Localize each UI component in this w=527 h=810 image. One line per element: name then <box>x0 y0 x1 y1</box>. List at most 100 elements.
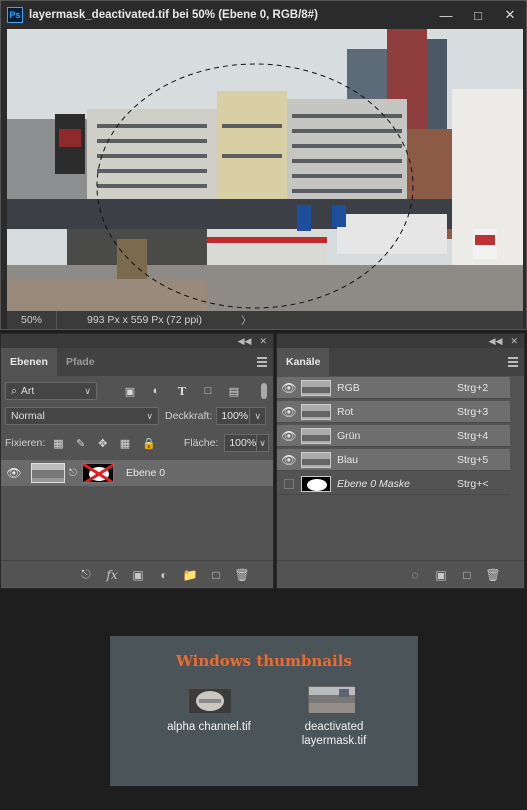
maximize-button[interactable]: □ <box>462 4 494 26</box>
deactivated-layermask-thumbnail-icon[interactable] <box>308 686 355 713</box>
layer-row[interactable]: 👁 ⎋ Ebene 0 <box>1 460 273 486</box>
new-channel-icon[interactable]: □ <box>460 568 474 582</box>
thumbnails-title: Windows thumbnails <box>176 652 352 670</box>
channel-row-rgb[interactable]: 👁 RGB Strg+2 <box>277 377 510 399</box>
close-button[interactable]: ✕ <box>494 4 526 26</box>
channel-shortcut: Strg+5 <box>457 453 489 466</box>
new-layer-icon[interactable]: □ <box>209 568 223 582</box>
minimize-button[interactable]: — <box>430 4 462 26</box>
channel-thumbnail <box>301 451 331 468</box>
chevron-down-icon: ∨ <box>146 410 153 421</box>
collapse-icon[interactable]: ◀◀ <box>238 336 252 347</box>
opacity-label: Deckkraft: <box>165 410 213 422</box>
layer-thumbnail[interactable] <box>31 463 65 483</box>
status-menu-arrow-icon[interactable]: 〉 <box>241 313 252 328</box>
tab-ebenen[interactable]: Ebenen <box>1 348 57 376</box>
channel-name: Ebene 0 Maske <box>337 477 410 490</box>
fill-input[interactable]: 100% <box>224 434 258 452</box>
lock-icon[interactable]: 🔒 <box>142 436 156 450</box>
fill-label: Fläche: <box>183 437 219 449</box>
channel-shortcut: Strg+3 <box>457 405 489 418</box>
channel-row-blau[interactable]: 👁 Blau Strg+5 <box>277 449 510 471</box>
channel-shortcut: Strg+4 <box>457 429 489 442</box>
channel-row-rot[interactable]: 👁 Rot Strg+3 <box>277 401 510 423</box>
channels-panel: ◀◀ ✕ Kanäle 👁 RGB Strg+2 👁 Rot Strg+3 👁 … <box>276 333 525 589</box>
text-filter-icon[interactable]: T <box>175 384 189 398</box>
layers-panel: ◀◀ ✕ Ebenen Pfade ⌕ Art ∨ ▣ ◐ T □ ▤ Norm… <box>0 333 274 589</box>
alpha-channel-label: alpha channel.tif <box>167 721 251 733</box>
eye-icon[interactable]: 👁 <box>277 405 301 419</box>
chevron-down-icon: ∨ <box>84 385 91 396</box>
load-selection-icon[interactable]: ◌ <box>408 568 422 582</box>
image-canvas[interactable] <box>7 29 523 311</box>
filter-toggle[interactable] <box>261 383 267 399</box>
panel-menu-icon[interactable] <box>257 357 267 369</box>
opacity-chevron-icon[interactable]: ∨ <box>250 407 267 425</box>
panel-strip: ◀◀ ✕ <box>277 334 524 348</box>
street-photo-image <box>7 29 523 311</box>
lock-label: Fixieren: <box>5 437 46 449</box>
channel-thumbnail <box>301 379 331 396</box>
mask-thumbnail <box>301 475 331 492</box>
channel-shortcut: Strg+2 <box>457 381 489 394</box>
alpha-channel-thumbnail-icon[interactable] <box>188 688 231 713</box>
link-icon[interactable]: ⎋ <box>68 468 78 479</box>
tab-pfade[interactable]: Pfade <box>57 348 104 376</box>
opacity-input[interactable]: 100% <box>216 407 251 425</box>
channel-thumbnail <box>301 427 331 444</box>
document-size: 993 Px x 559 Px (72 ppi) <box>87 314 202 326</box>
layer-name: Ebene 0 <box>126 467 166 479</box>
tab-kanaele[interactable]: Kanäle <box>277 348 330 376</box>
filter-row: ⌕ Art ∨ ▣ ◐ T □ ▤ <box>1 381 273 401</box>
channel-thumbnail <box>301 403 331 420</box>
trash-icon[interactable]: 🗑 <box>234 568 249 582</box>
eye-icon[interactable]: 👁 <box>1 466 27 480</box>
panel-menu-icon[interactable] <box>508 357 518 369</box>
panel-close-icon[interactable]: ✕ <box>510 336 518 347</box>
photoshop-logo-icon: Ps <box>7 7 23 23</box>
channel-name: Rot <box>337 405 354 418</box>
deactivated-label-line2: layermask.tif <box>301 735 367 747</box>
channel-name: Blau <box>337 453 359 466</box>
smart-object-filter-icon[interactable]: ▤ <box>227 384 241 398</box>
channel-shortcut: Strg+< <box>457 477 489 490</box>
brush-icon[interactable]: ✎ <box>76 436 86 450</box>
mask-icon[interactable]: ▣ <box>131 568 145 582</box>
fx-icon[interactable]: fx <box>105 568 119 582</box>
zoom-level[interactable]: 50% <box>7 311 57 329</box>
filter-kind-dropdown[interactable]: ⌕ Art ∨ <box>5 382 97 400</box>
blend-mode-dropdown[interactable]: Normal ∨ <box>5 407 159 425</box>
title-bar[interactable]: Ps layermask_deactivated.tif bei 50% (Eb… <box>1 1 526 29</box>
channel-row-mask[interactable]: Ebene 0 Maske Strg+< <box>277 473 510 495</box>
fill-chevron-icon[interactable]: ∨ <box>257 434 269 452</box>
lock-transparent-icon[interactable]: ▦ <box>53 436 63 450</box>
layer-mask-thumbnail[interactable] <box>82 463 114 483</box>
layers-tab-bar: Ebenen Pfade <box>1 348 273 376</box>
collapse-icon[interactable]: ◀◀ <box>489 336 503 347</box>
channel-row-gruen[interactable]: 👁 Grün Strg+4 <box>277 425 510 447</box>
channel-name: Grün <box>337 429 361 442</box>
document-title: layermask_deactivated.tif bei 50% (Ebene… <box>29 9 318 21</box>
link-layers-icon[interactable]: ⎋ <box>79 567 93 582</box>
channels-tab-bar: Kanäle <box>277 348 524 376</box>
status-bar: 50% 993 Px x 559 Px (72 ppi) 〉 <box>7 311 523 329</box>
eye-icon[interactable]: 👁 <box>277 453 301 467</box>
image-filter-icon[interactable]: ▣ <box>123 384 137 398</box>
panel-close-icon[interactable]: ✕ <box>259 336 267 347</box>
search-icon: ⌕ <box>11 384 17 397</box>
folder-icon[interactable]: 📁 <box>183 568 198 582</box>
shape-filter-icon[interactable]: □ <box>201 384 215 398</box>
eye-icon[interactable]: 👁 <box>277 381 301 395</box>
windows-thumbnails-box: Windows thumbnails alpha channel.tif dea… <box>110 636 418 786</box>
visibility-toggle[interactable] <box>284 478 294 489</box>
channel-name: RGB <box>337 381 360 394</box>
artboard-icon[interactable]: ▦ <box>120 436 130 450</box>
trash-icon[interactable]: 🗑 <box>485 568 500 582</box>
eye-icon[interactable]: 👁 <box>277 429 301 443</box>
adjustment-icon[interactable]: ◐ <box>157 568 171 582</box>
move-icon[interactable]: ✥ <box>98 436 108 450</box>
layers-footer: ⎋ fx ▣ ◐ 📁 □ 🗑 <box>1 560 273 588</box>
save-selection-icon[interactable]: ▣ <box>434 568 448 582</box>
adjustment-filter-icon[interactable]: ◐ <box>149 384 163 398</box>
panel-strip: ◀◀ ✕ <box>1 334 273 348</box>
